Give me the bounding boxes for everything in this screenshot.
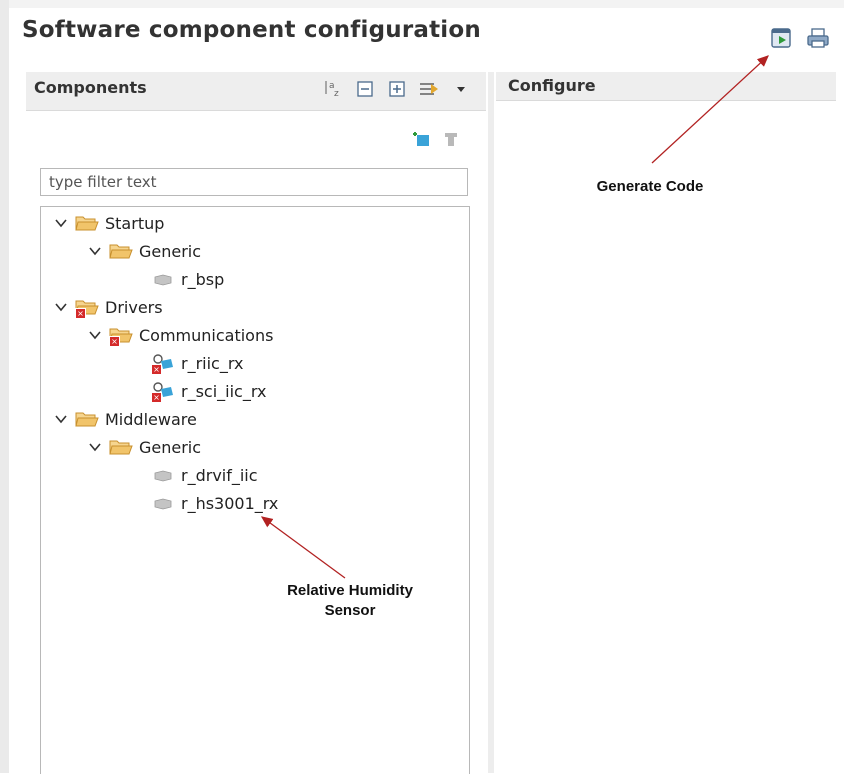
collapse-all-icon[interactable]: [354, 78, 376, 100]
tree-subtoolbar: [410, 127, 462, 149]
components-panel: Components a z type filter text Startup …: [26, 72, 486, 774]
tree-item-r-sci-iic-rx[interactable]: × r_sci_iic_rx: [151, 379, 266, 403]
tree-item-communications[interactable]: × Communications: [87, 323, 273, 347]
generate-code-icon[interactable]: [770, 26, 794, 50]
tree-item-r-drvif-iic[interactable]: r_drvif_iic: [151, 463, 258, 487]
add-component-icon[interactable]: [410, 127, 432, 149]
sensor-annotation-line2: Sensor: [324, 602, 376, 619]
tree-item-label: r_riic_rx: [181, 353, 244, 373]
chevron-down-icon[interactable]: [53, 299, 69, 315]
folder-open-icon: [75, 409, 99, 429]
tree-item-startup[interactable]: Startup: [53, 211, 164, 235]
components-panel-title: Components: [34, 78, 147, 97]
component-icon: [151, 269, 175, 289]
tree-item-label: r_hs3001_rx: [181, 493, 279, 513]
svg-text:z: z: [334, 89, 339, 99]
tree-item-middleware[interactable]: Middleware: [53, 407, 197, 431]
components-panel-toolbar: a z: [322, 78, 472, 100]
tree-item-label: Middleware: [105, 409, 197, 429]
chevron-down-icon[interactable]: [87, 243, 103, 259]
component-icon: [151, 465, 175, 485]
components-panel-header: Components a z: [26, 72, 486, 111]
tree-item-label: r_drvif_iic: [181, 465, 258, 485]
tree-item-label: r_bsp: [181, 269, 225, 289]
folder-error-icon: ×: [109, 325, 133, 347]
chevron-down-icon[interactable]: [53, 215, 69, 231]
expand-all-icon[interactable]: [386, 78, 408, 100]
page-title: Software component configuration: [22, 17, 481, 43]
tree-item-r-hs3001-rx[interactable]: r_hs3001_rx: [151, 491, 278, 515]
panel-splitter[interactable]: [488, 72, 494, 773]
tree-item-r-riic-rx[interactable]: × r_riic_rx: [151, 351, 243, 375]
component-icon: [151, 493, 175, 513]
folder-open-icon: [109, 437, 133, 457]
component-tree: Startup Generic r_bsp × Drivers × Commun…: [40, 206, 470, 774]
tree-item-label: Generic: [139, 241, 202, 261]
configure-panel-title: Configure: [508, 76, 596, 95]
chevron-down-icon[interactable]: [87, 439, 103, 455]
view-menu-chevron-icon[interactable]: [450, 78, 472, 100]
tree-item-label: r_sci_iic_rx: [181, 381, 267, 401]
print-icon[interactable]: [806, 26, 830, 50]
sensor-annotation-line1: Relative Humidity: [287, 582, 413, 599]
tree-item-label: Generic: [139, 437, 202, 457]
window-left-border: [0, 0, 9, 773]
configure-panel-header: Configure: [496, 72, 836, 101]
component-error-icon: ×: [151, 381, 175, 403]
folder-open-icon: [75, 213, 99, 233]
generate-code-annotation: Generate Code: [596, 178, 704, 195]
tree-item-label: Startup: [105, 213, 165, 233]
tree-item-middleware-generic[interactable]: Generic: [87, 435, 201, 459]
remove-component-icon[interactable]: [440, 127, 462, 149]
tree-item-startup-generic[interactable]: Generic: [87, 239, 201, 263]
folder-error-icon: ×: [75, 297, 99, 319]
page-toolbar: [770, 26, 830, 50]
sort-alpha-icon[interactable]: a z: [322, 78, 344, 100]
tree-item-label: Drivers: [105, 297, 163, 317]
top-strip: [0, 0, 844, 8]
tree-item-drivers[interactable]: × Drivers: [53, 295, 163, 319]
chevron-down-icon[interactable]: [53, 411, 69, 427]
link-filter-icon[interactable]: [418, 78, 440, 100]
tree-item-r-bsp[interactable]: r_bsp: [151, 267, 224, 291]
folder-open-icon: [109, 241, 133, 261]
filter-input[interactable]: [40, 168, 468, 196]
chevron-down-icon[interactable]: [87, 327, 103, 343]
component-error-icon: ×: [151, 353, 175, 375]
tree-item-label: Communications: [139, 325, 274, 345]
